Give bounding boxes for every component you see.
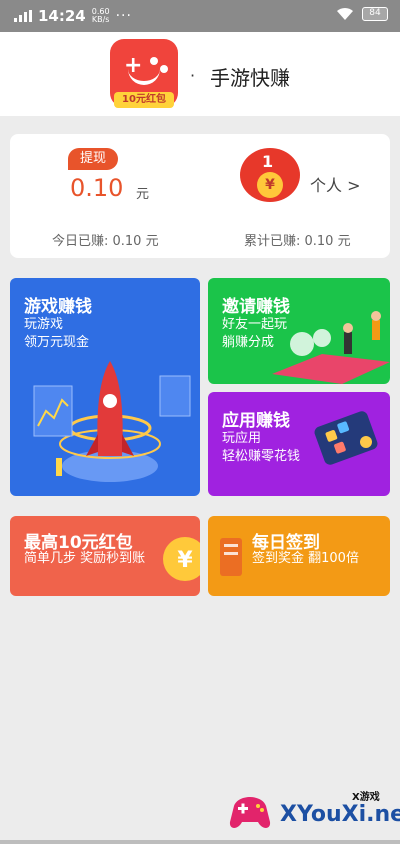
title-separator: · [190, 66, 196, 85]
today-earned-text: 今日已赚: 0.10 元 [52, 234, 159, 249]
site-watermark: X游戏 XYouXi.net [228, 786, 400, 838]
balance-amount: 0.10 [70, 174, 124, 202]
status-time: 14:24 [38, 7, 86, 25]
bottom-divider [0, 840, 400, 844]
red-packet-badge: 10元红包 [114, 92, 174, 108]
battery-icon: 84 [362, 7, 388, 21]
tile-subtitle: 玩游戏 [24, 317, 64, 332]
invite-earn-tile[interactable]: 邀请赚钱 好友一起玩 躺赚分成 [208, 278, 390, 384]
gamepad-logo-icon [229, 797, 271, 828]
people-illustration-icon [272, 311, 390, 384]
watermark-site-text: XYouXi.net [280, 802, 400, 827]
page-title: 手游快赚 [210, 66, 290, 90]
withdraw-button[interactable]: 提现 [68, 148, 118, 170]
red-packet-tile[interactable]: 最高10元红包 简单几步 奖励秒到账 ¥ [10, 516, 200, 596]
svg-text:¥: ¥ [177, 548, 193, 573]
tile-subtitle: 领万元现金 [24, 335, 90, 350]
tile-subtitle: 轻松赚零花钱 [222, 449, 301, 464]
status-bar: 14:24 0.60 KB/s ··· 84 [0, 0, 400, 32]
tile-subtitle: 玩应用 [222, 431, 262, 446]
rocket-illustration-icon [33, 361, 191, 482]
coin-icon: ¥ [163, 537, 200, 581]
personal-center-link[interactable]: 个人 > [310, 172, 361, 196]
calendar-icon [220, 538, 242, 576]
app-earn-tile[interactable]: 应用赚钱 玩应用 轻松赚零花钱 [208, 392, 390, 496]
app-header: + 10元红包 · 手游快赚 [0, 32, 400, 116]
daily-sign-in-tile[interactable]: 每日签到 签到奖金 翻100倍 [208, 516, 390, 596]
more-notifications-icon: ··· [115, 8, 132, 24]
earnings-card: 提现 0.10 元 1 ¥ 个人 > 今日已赚: 0.10 元 累计已赚: 0.… [10, 134, 390, 258]
phone-illustration-icon [314, 411, 378, 465]
balance-unit: 元 [136, 187, 150, 202]
tile-title: 应用赚钱 [222, 411, 290, 431]
red-envelope-icon[interactable]: 1 ¥ [240, 148, 300, 202]
tile-subtitle: 简单几步 奖励秒到账 [24, 551, 146, 566]
wifi-icon [337, 7, 353, 20]
signal-icon [14, 10, 32, 22]
total-earned-text: 累计已赚: 0.10 元 [244, 234, 351, 249]
tile-title: 游戏赚钱 [24, 297, 92, 317]
game-earn-tile[interactable]: 游戏赚钱 玩游戏 领万元现金 [10, 278, 200, 496]
network-speed: 0.60 KB/s [91, 7, 110, 24]
tile-subtitle: 签到奖金 翻100倍 [252, 551, 359, 566]
watermark-small-text: X游戏 [352, 792, 380, 803]
